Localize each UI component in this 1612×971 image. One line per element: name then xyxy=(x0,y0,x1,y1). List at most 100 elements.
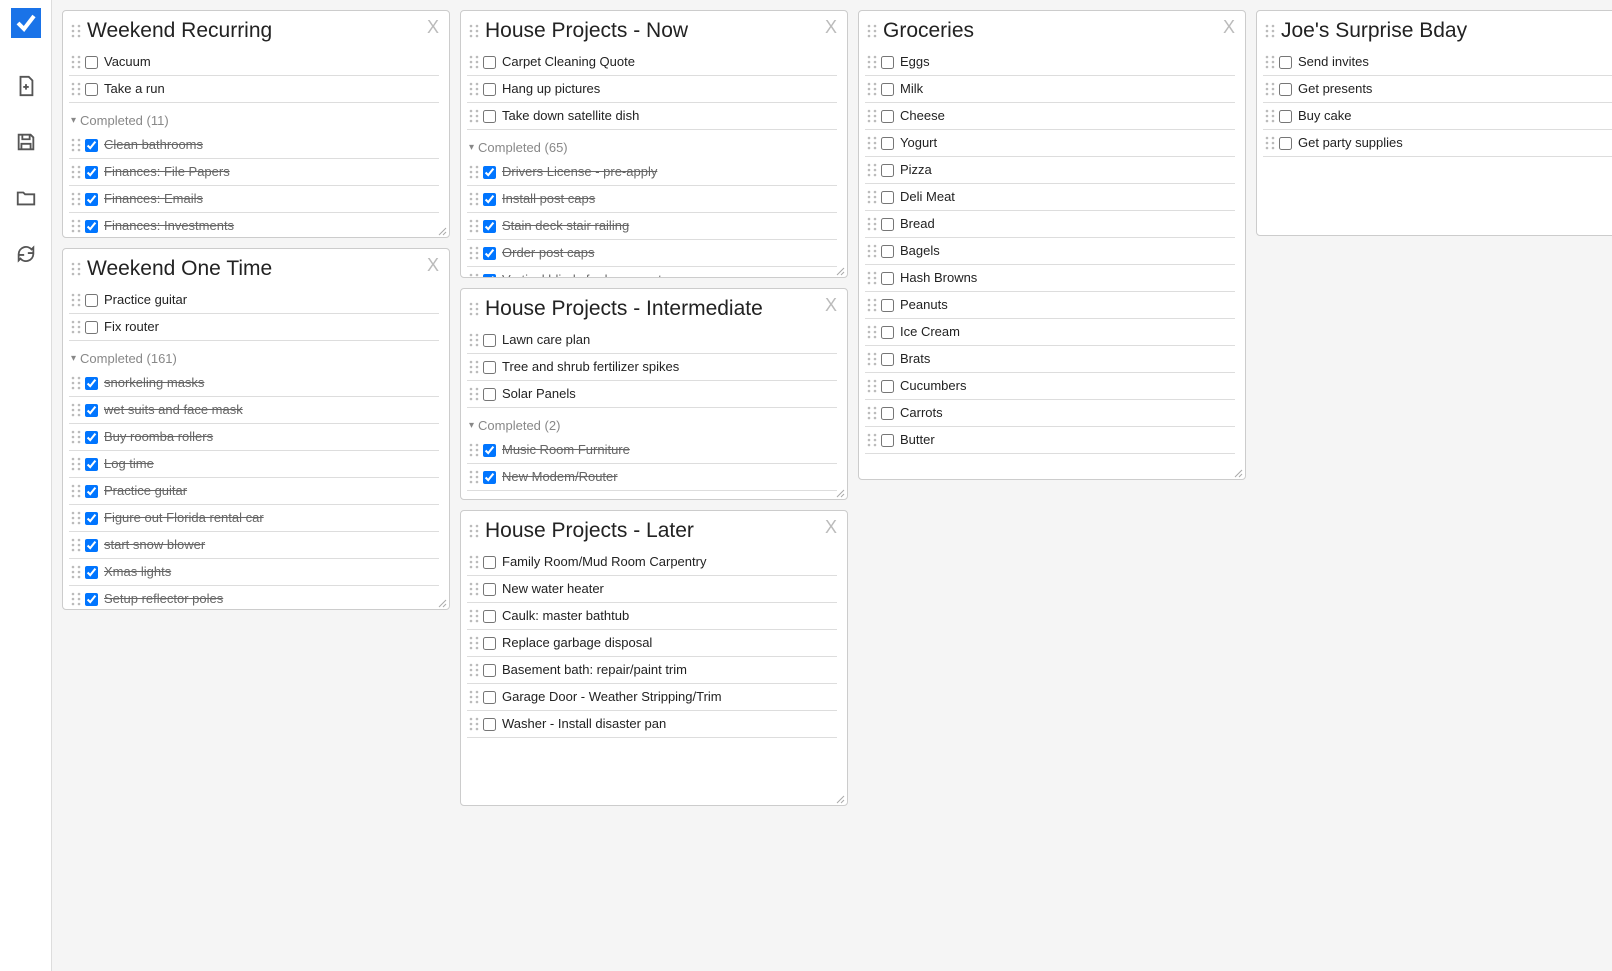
task-label[interactable]: Replace garbage disposal xyxy=(502,635,652,652)
drag-handle-icon[interactable] xyxy=(865,107,879,125)
drag-handle-icon[interactable] xyxy=(467,607,481,625)
resize-handle-icon[interactable] xyxy=(833,263,845,275)
task-label[interactable]: Finances: File Papers xyxy=(104,164,230,181)
card-title[interactable]: House Projects - Later xyxy=(485,519,837,543)
open-button[interactable] xyxy=(6,178,46,218)
drag-handle-icon[interactable] xyxy=(865,80,879,98)
drag-handle-icon[interactable] xyxy=(865,242,879,260)
task-checkbox[interactable] xyxy=(881,191,894,204)
completed-section-toggle[interactable]: ▾Completed (161) xyxy=(69,341,439,370)
task-checkbox[interactable] xyxy=(881,380,894,393)
task-label[interactable]: Music Room Furniture xyxy=(502,442,630,459)
task-checkbox[interactable] xyxy=(483,110,496,123)
task-checkbox[interactable] xyxy=(881,407,894,420)
drag-handle-icon[interactable] xyxy=(69,163,83,181)
task-checkbox[interactable] xyxy=(881,110,894,123)
task-checkbox[interactable] xyxy=(483,247,496,260)
task-checkbox[interactable] xyxy=(483,637,496,650)
task-checkbox[interactable] xyxy=(1279,110,1292,123)
close-card-button[interactable]: X xyxy=(1223,17,1235,38)
drag-handle-icon[interactable] xyxy=(69,509,83,527)
task-checkbox[interactable] xyxy=(85,566,98,579)
drag-handle-icon[interactable] xyxy=(865,188,879,206)
drag-handle-icon[interactable] xyxy=(865,161,879,179)
task-label[interactable]: Fix router xyxy=(104,319,159,336)
drag-handle-icon[interactable] xyxy=(467,661,481,679)
task-label[interactable]: Caulk: master bathtub xyxy=(502,608,629,625)
completed-section-toggle[interactable]: ▾Completed (65) xyxy=(467,130,837,159)
card-title[interactable]: House Projects - Intermediate xyxy=(485,297,837,321)
drag-handle-icon[interactable] xyxy=(69,53,83,71)
drag-handle-icon[interactable] xyxy=(1263,134,1277,152)
task-label[interactable]: Clean bathrooms xyxy=(104,137,203,154)
card-title[interactable]: Weekend Recurring xyxy=(87,19,439,43)
completed-section-toggle[interactable]: ▾Completed (11) xyxy=(69,103,439,132)
task-checkbox[interactable] xyxy=(483,471,496,484)
drag-handle-icon[interactable] xyxy=(69,428,83,446)
drag-handle-icon[interactable] xyxy=(467,331,481,349)
task-label[interactable]: Ice Cream xyxy=(900,324,960,341)
drag-handle-icon[interactable] xyxy=(865,296,879,314)
task-label[interactable]: Hang up pictures xyxy=(502,81,600,98)
task-label[interactable]: Lawn care plan xyxy=(502,332,590,349)
drag-handle-icon[interactable] xyxy=(69,563,83,581)
resize-handle-icon[interactable] xyxy=(833,485,845,497)
task-checkbox[interactable] xyxy=(85,220,98,233)
task-label[interactable]: Carpet Cleaning Quote xyxy=(502,54,635,71)
drag-handle-icon[interactable] xyxy=(1263,53,1277,71)
drag-handle-icon[interactable] xyxy=(69,260,83,278)
task-checkbox[interactable] xyxy=(1279,137,1292,150)
task-label[interactable]: Get presents xyxy=(1298,81,1372,98)
drag-handle-icon[interactable] xyxy=(865,431,879,449)
task-checkbox[interactable] xyxy=(483,556,496,569)
new-list-button[interactable] xyxy=(6,66,46,106)
task-checkbox[interactable] xyxy=(483,83,496,96)
task-checkbox[interactable] xyxy=(881,83,894,96)
task-label[interactable]: Setup reflector poles xyxy=(104,591,223,608)
drag-handle-icon[interactable] xyxy=(467,522,481,540)
task-checkbox[interactable] xyxy=(881,353,894,366)
task-checkbox[interactable] xyxy=(85,321,98,334)
drag-handle-icon[interactable] xyxy=(467,163,481,181)
task-checkbox[interactable] xyxy=(85,166,98,179)
close-card-button[interactable]: X xyxy=(427,255,439,276)
task-checkbox[interactable] xyxy=(85,485,98,498)
drag-handle-icon[interactable] xyxy=(1263,22,1277,40)
task-checkbox[interactable] xyxy=(1279,56,1292,69)
task-label[interactable]: Install post caps xyxy=(502,191,595,208)
task-label[interactable]: Peanuts xyxy=(900,297,948,314)
task-label[interactable]: Send invites xyxy=(1298,54,1369,71)
task-checkbox[interactable] xyxy=(85,404,98,417)
drag-handle-icon[interactable] xyxy=(69,136,83,154)
drag-handle-icon[interactable] xyxy=(467,580,481,598)
close-card-button[interactable]: X xyxy=(825,295,837,316)
task-label[interactable]: New water heater xyxy=(502,581,604,598)
drag-handle-icon[interactable] xyxy=(467,217,481,235)
task-label[interactable]: snorkeling masks xyxy=(104,375,204,392)
drag-handle-icon[interactable] xyxy=(467,385,481,403)
task-checkbox[interactable] xyxy=(85,431,98,444)
task-label[interactable]: Vacuum xyxy=(104,54,151,71)
drag-handle-icon[interactable] xyxy=(865,134,879,152)
task-checkbox[interactable] xyxy=(881,56,894,69)
task-label[interactable]: wet suits and face mask xyxy=(104,402,243,419)
drag-handle-icon[interactable] xyxy=(467,358,481,376)
task-checkbox[interactable] xyxy=(85,83,98,96)
drag-handle-icon[interactable] xyxy=(69,217,83,235)
drag-handle-icon[interactable] xyxy=(467,300,481,318)
drag-handle-icon[interactable] xyxy=(69,536,83,554)
drag-handle-icon[interactable] xyxy=(69,318,83,336)
task-label[interactable]: Deli Meat xyxy=(900,189,955,206)
drag-handle-icon[interactable] xyxy=(69,455,83,473)
task-label[interactable]: Eggs xyxy=(900,54,930,71)
task-checkbox[interactable] xyxy=(85,193,98,206)
task-label[interactable]: Get party supplies xyxy=(1298,135,1403,152)
task-checkbox[interactable] xyxy=(85,539,98,552)
task-label[interactable]: Butter xyxy=(900,432,935,449)
task-checkbox[interactable] xyxy=(483,388,496,401)
card-title[interactable]: House Projects - Now xyxy=(485,19,837,43)
close-card-button[interactable]: X xyxy=(825,517,837,538)
task-label[interactable]: Cucumbers xyxy=(900,378,966,395)
task-label[interactable]: Xmas lights xyxy=(104,564,171,581)
task-checkbox[interactable] xyxy=(881,137,894,150)
